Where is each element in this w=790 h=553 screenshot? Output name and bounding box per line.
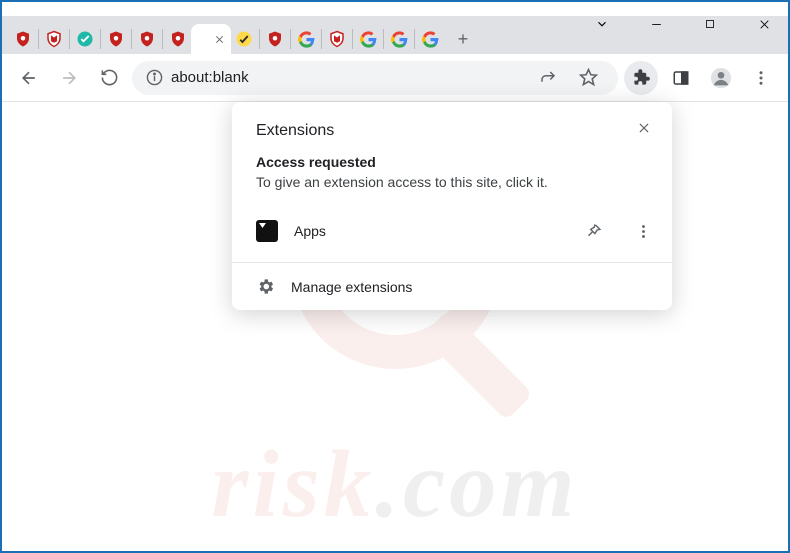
forward-button[interactable] — [52, 61, 86, 95]
extension-item-label: Apps — [294, 223, 560, 239]
tab-favicon-mcafee[interactable] — [43, 24, 65, 54]
pin-extension-button[interactable] — [576, 214, 610, 248]
tab-favicon-shield[interactable] — [264, 24, 286, 54]
back-button[interactable] — [12, 61, 46, 95]
popup-close-button[interactable] — [628, 112, 660, 144]
reload-button[interactable] — [92, 61, 126, 95]
manage-extensions-row[interactable]: Manage extensions — [232, 267, 672, 306]
popup-title: Extensions — [232, 102, 672, 154]
tab-favicon-google[interactable] — [295, 24, 317, 54]
extension-apps-icon — [256, 220, 278, 242]
manage-extensions-label: Manage extensions — [291, 279, 660, 295]
bookmark-star-icon[interactable] — [572, 62, 604, 94]
tab-favicon-google[interactable] — [357, 24, 379, 54]
site-info-icon[interactable] — [146, 69, 163, 86]
extensions-popup: Extensions Access requested To give an e… — [232, 102, 672, 310]
tab-favicon-norton[interactable] — [233, 24, 255, 54]
popup-access-heading: Access requested — [232, 154, 672, 174]
window-minimize-button[interactable] — [646, 14, 666, 34]
chrome-menu-button[interactable] — [744, 61, 778, 95]
extensions-button[interactable] — [624, 61, 658, 95]
tab-favicon-shield[interactable] — [105, 24, 127, 54]
gear-icon — [256, 277, 275, 296]
profile-button[interactable] — [704, 61, 738, 95]
address-bar — [2, 54, 788, 102]
url-input[interactable] — [171, 69, 524, 86]
tab-favicon-shield[interactable] — [136, 24, 158, 54]
extension-item-apps[interactable]: Apps — [232, 204, 672, 258]
omnibox[interactable] — [132, 61, 618, 95]
extension-more-button[interactable] — [626, 214, 660, 248]
tab-close-icon[interactable] — [214, 34, 225, 45]
share-icon[interactable] — [532, 62, 564, 94]
tab-favicon-check[interactable] — [74, 24, 96, 54]
tab-favicon-mcafee[interactable] — [326, 24, 348, 54]
tab-favicon-shield[interactable] — [12, 24, 34, 54]
sidepanel-button[interactable] — [664, 61, 698, 95]
new-tab-button[interactable]: + — [449, 25, 477, 53]
tab-favicon-shield[interactable] — [167, 24, 189, 54]
popup-separator — [232, 262, 672, 263]
window-close-button[interactable] — [754, 14, 774, 34]
window-dropdown-icon[interactable] — [592, 14, 612, 34]
popup-access-desc: To give an extension access to this site… — [232, 174, 672, 204]
window-maximize-button[interactable] — [700, 14, 720, 34]
window-controls — [592, 14, 774, 34]
tab-favicon-google[interactable] — [388, 24, 410, 54]
tab-active[interactable] — [191, 24, 231, 54]
tab-favicon-google[interactable] — [419, 24, 441, 54]
